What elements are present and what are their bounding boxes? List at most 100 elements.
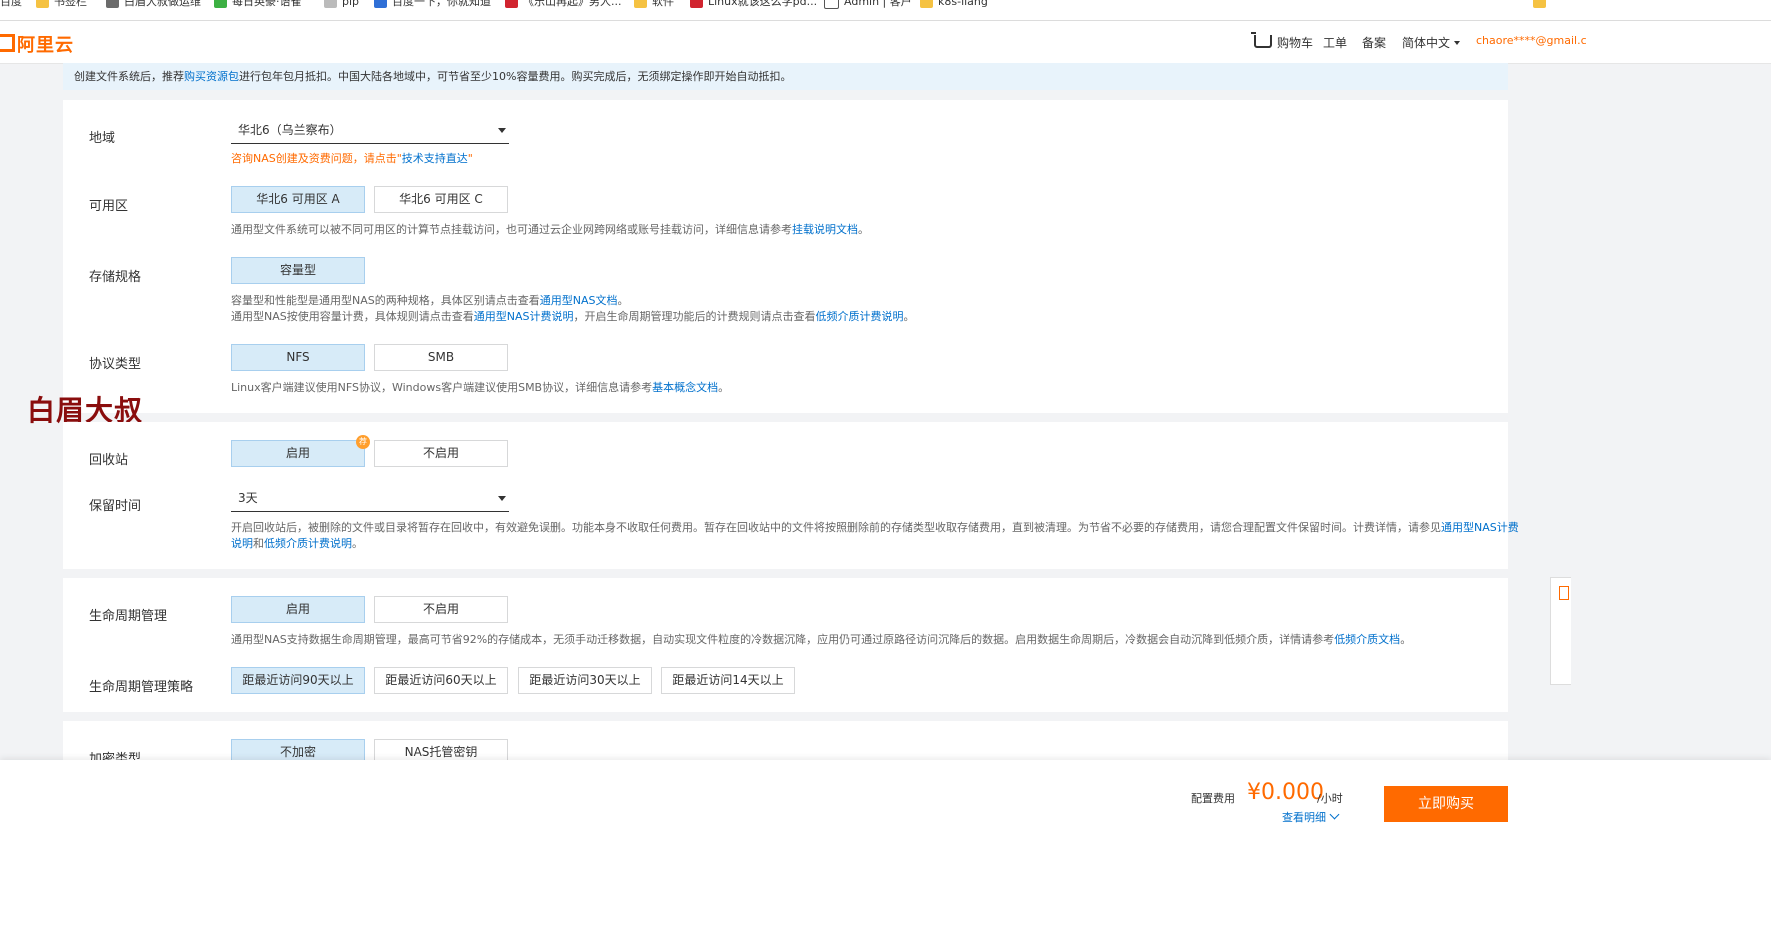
fee-unit: /小时: [1317, 792, 1343, 805]
ticket-link[interactable]: 工单: [1323, 34, 1347, 51]
logo-mark-icon: [0, 34, 15, 52]
view-detail-link[interactable]: 查看明细: [1282, 809, 1340, 825]
paw-icon: [374, 0, 387, 8]
retention-label: 保留时间: [89, 499, 142, 514]
lifecycle-label: 生命周期管理: [89, 609, 168, 624]
language-dropdown[interactable]: 简体中文: [1402, 34, 1461, 51]
bookmark-item[interactable]: pip: [324, 0, 359, 10]
encryption-option-none[interactable]: 不加密: [231, 739, 365, 761]
bookmarks-bar: 百度 书签栏 白眉大叔做运维 每日英豪·语雀 pip 百度一下，你就知道 《乐山…: [0, 0, 1771, 21]
bookmark-label: 每日英豪·语雀: [232, 0, 302, 8]
storage-label: 存储规格: [89, 270, 142, 285]
cart-link[interactable]: 购物车: [1251, 32, 1313, 51]
recommend-badge: 荐: [356, 435, 370, 449]
storage-desc-line2: 通用型NAS按使用容量计费，具体规则请点击查看通用型NAS计费说明，开启生命周期…: [231, 309, 914, 325]
bookmark-item[interactable]: 白眉大叔做运维: [106, 0, 201, 10]
low-freq-billing-link[interactable]: 低频介质计费说明: [264, 537, 352, 550]
buy-now-button[interactable]: 立即购买: [1384, 786, 1508, 822]
user-icon: [106, 0, 119, 8]
leaf-icon: [214, 0, 227, 8]
bookmark-item[interactable]: Linux就该这么学pd...: [690, 0, 817, 10]
language-label: 简体中文: [1402, 36, 1451, 50]
region-hint: 咨询NAS创建及资费问题，请点击"技术支持直达": [231, 151, 473, 167]
retention-desc-line2: 说明和低频介质计费说明。: [231, 536, 1481, 552]
bookmark-item[interactable]: 软件: [634, 0, 674, 10]
chevron-down-icon: [1454, 41, 1461, 45]
desc-text: 通用型NAS按使用容量计费，具体规则请点击查看: [231, 310, 474, 323]
retention-desc-line1: 开启回收站后，被删除的文件或目录将暂存在回收中，有效避免误删。功能本身不收取任何…: [231, 520, 1519, 536]
hint-text: ": [467, 152, 473, 165]
bookmark-item[interactable]: [1533, 0, 1551, 10]
detail-label: 查看明细: [1282, 811, 1326, 824]
bookmark-label: 《乐山再起》男人...: [523, 0, 622, 8]
bookmark-item[interactable]: 百度一下，你就知道: [374, 0, 491, 10]
lifecycle-option-disable[interactable]: 不启用: [374, 596, 508, 623]
retention-desc: 开启回收站后，被删除的文件或目录将暂存在回收中，有效避免误删。功能本身不收取任何…: [231, 520, 1519, 552]
protocol-label: 协议类型: [89, 357, 142, 372]
user-account[interactable]: chaore****@gmail.c: [1476, 34, 1587, 47]
bookmark-item[interactable]: Admin | 客户: [824, 0, 912, 10]
bookmark-label: k8s-liang: [938, 0, 988, 8]
bookmark-item[interactable]: 《乐山再起》男人...: [505, 0, 622, 10]
support-link[interactable]: 技术支持直达: [402, 152, 468, 165]
region-value: 华北6（乌兰察布）: [238, 123, 342, 137]
bookmark-label: 百度一下，你就知道: [392, 0, 491, 8]
retention-select[interactable]: 3天: [231, 486, 509, 512]
desc-text: 。: [352, 537, 363, 550]
nas-billing-link[interactable]: 通用型NAS计费: [1441, 521, 1519, 534]
lifecycle-option-enable[interactable]: 启用: [231, 596, 365, 623]
red-icon: [690, 0, 703, 8]
policy-option-14[interactable]: 距最近访问14天以上: [661, 667, 795, 694]
desc-text: 和: [253, 537, 264, 550]
top-nav: 阿里云 购物车 工单 备案 简体中文 chaore****@gmail.c: [0, 21, 1771, 64]
bookmark-item[interactable]: 百度: [0, 0, 22, 10]
zone-option-a[interactable]: 华北6 可用区 A: [231, 186, 365, 213]
mount-doc-link[interactable]: 挂载说明文档: [792, 223, 858, 236]
policy-option-60[interactable]: 距最近访问60天以上: [374, 667, 508, 694]
encryption-panel: 加密类型 不加密 NAS托管密钥: [63, 721, 1508, 761]
bookmark-item[interactable]: k8s-liang: [920, 0, 988, 10]
folder-icon: [634, 0, 647, 8]
recycle-panel: 回收站 启用 荐 不启用 保留时间 3天 开启回收站后，被删除的文件或目录将暂存…: [63, 422, 1519, 569]
recycle-label: 回收站: [89, 453, 129, 468]
storage-option-capacity[interactable]: 容量型: [231, 257, 365, 284]
hint-text: 咨询NAS创建及资费问题，请点击": [231, 152, 402, 165]
buy-package-link[interactable]: 购买资源包: [184, 70, 239, 83]
doc-icon: [824, 0, 839, 9]
nas-billing-link[interactable]: 通用型NAS计费说明: [474, 310, 574, 323]
protocol-option-nfs[interactable]: NFS: [231, 344, 365, 371]
basic-config-panel: 地域 华北6（乌兰察布） 咨询NAS创建及资费问题，请点击"技术支持直达" 可用…: [63, 100, 1508, 413]
encryption-option-nas-key[interactable]: NAS托管密钥: [374, 739, 508, 761]
aliyun-logo[interactable]: 阿里云: [0, 31, 74, 57]
record-link[interactable]: 备案: [1362, 34, 1386, 51]
bookmark-item[interactable]: 书签栏: [36, 0, 87, 10]
option-label: 启用: [285, 446, 310, 460]
notice-text: 进行包年包月抵扣。中国大陆各地域中，可节省至少10%容量费用。购买完成后，无须绑…: [239, 70, 792, 83]
nas-doc-link[interactable]: 通用型NAS文档: [540, 294, 618, 307]
low-freq-billing-link[interactable]: 低频介质计费说明: [815, 310, 903, 323]
bookmark-label: 软件: [652, 0, 674, 8]
protocol-option-smb[interactable]: SMB: [374, 344, 508, 371]
desc-text: 。: [1400, 633, 1412, 646]
desc-text: ，开启生命周期管理功能后的计费规则请点击查看: [573, 310, 816, 323]
bookmark-item[interactable]: 每日英豪·语雀: [214, 0, 302, 10]
chevron-down-icon: [498, 128, 506, 133]
chevron-down-icon: [498, 496, 506, 501]
policy-option-30[interactable]: 距最近访问30天以上: [518, 667, 652, 694]
desc-text: 通用型文件系统可以被不同可用区的计算节点挂载访问，也可通过云企业网跨网络或账号挂…: [231, 223, 792, 236]
zone-option-c[interactable]: 华北6 可用区 C: [374, 186, 508, 213]
cart-icon: [1251, 32, 1272, 48]
low-freq-doc-link[interactable]: 低频介质文档: [1334, 633, 1400, 646]
bookmark-label: pip: [342, 0, 360, 8]
recycle-option-disable[interactable]: 不启用: [374, 440, 508, 467]
nas-billing-link[interactable]: 说明: [231, 537, 253, 550]
policy-option-90[interactable]: 距最近访问90天以上: [231, 667, 365, 694]
recycle-option-enable[interactable]: 启用 荐: [231, 435, 370, 467]
zone-label: 可用区: [89, 199, 129, 214]
fee-label: 配置费用: [1191, 792, 1235, 805]
region-select[interactable]: 华北6（乌兰察布）: [231, 118, 509, 144]
concept-doc-link[interactable]: 基本概念文档: [652, 381, 718, 394]
package-icon: [324, 0, 337, 8]
folder-icon: [36, 0, 49, 8]
side-feedback-tab[interactable]: [1550, 577, 1571, 685]
